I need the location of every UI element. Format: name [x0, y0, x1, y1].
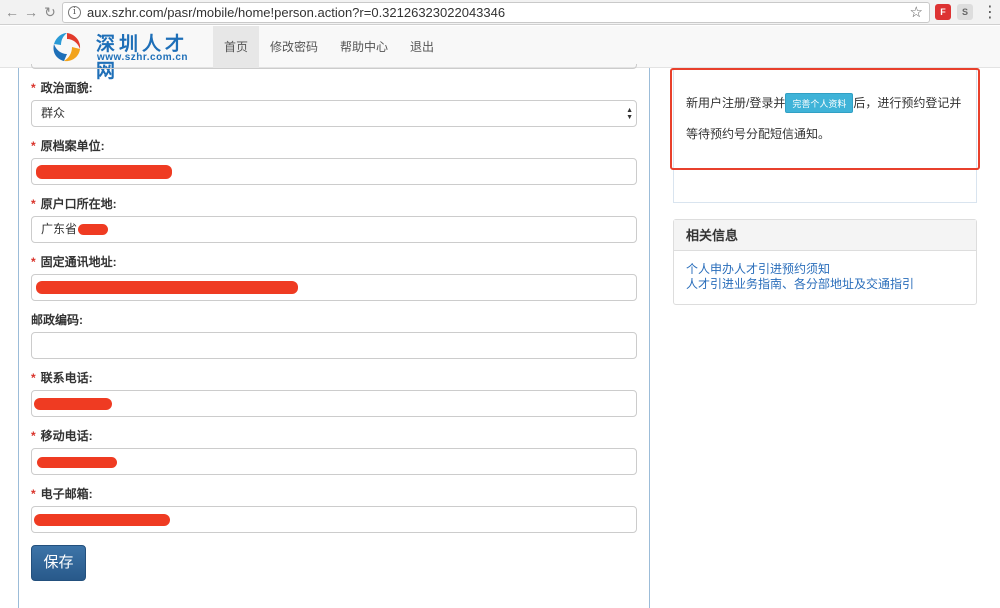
related-link-business-guide[interactable]: 人才引进业务指南、各分部地址及交通指引 [686, 277, 976, 292]
required-mark: * [31, 429, 36, 443]
nav-logout[interactable]: 退出 [399, 26, 445, 68]
field-label: 邮政编码: [31, 312, 637, 328]
nav-help-center[interactable]: 帮助中心 [329, 26, 399, 68]
input-value: 广东省 [41, 222, 78, 236]
field-original-household-registration: * 原户口所在地: 广东省 [31, 196, 637, 243]
related-info-title: 相关信息 [674, 220, 976, 251]
bookmark-star-icon[interactable]: ☆ [910, 3, 923, 21]
back-icon[interactable]: ← [3, 3, 21, 21]
browser-menu-icon[interactable]: ⋮ [982, 2, 998, 22]
field-label: * 政治面貌: [31, 80, 637, 96]
original-archive-unit-input[interactable] [31, 158, 637, 185]
field-political-status: * 政治面貌: 群众 ▲ ▼ [31, 80, 637, 127]
email-input[interactable] [31, 506, 637, 533]
logo-mark-icon [53, 33, 81, 62]
url-text[interactable]: aux.szhr.com/pasr/mobile/home!person.act… [87, 5, 505, 20]
field-label-text: 邮政编码: [31, 313, 83, 327]
field-email: * 电子邮箱: [31, 486, 637, 533]
redaction-mark [36, 165, 172, 179]
site-header: 深圳人才网 www.szhr.com.cn 首页 修改密码 帮助中心 退出 [0, 26, 1000, 82]
field-label-text: 电子邮箱: [40, 487, 93, 501]
original-household-input[interactable]: 广东省 [31, 216, 637, 243]
related-link-appointment-notice[interactable]: 个人申办人才引进预约须知 [686, 262, 976, 277]
redaction-mark [36, 281, 298, 294]
redaction-mark [34, 514, 170, 526]
main-nav: 首页 修改密码 帮助中心 退出 [213, 26, 445, 68]
field-mobile-phone: * 移动电话: [31, 428, 637, 475]
field-label: * 固定通讯地址: [31, 254, 637, 270]
extension-icon[interactable]: F [935, 4, 951, 20]
postal-code-input[interactable] [31, 332, 637, 359]
field-label: * 电子邮箱: [31, 486, 637, 502]
previous-field-input[interactable] [31, 64, 637, 69]
redaction-mark [34, 398, 112, 410]
required-mark: * [31, 371, 36, 385]
forward-icon[interactable]: → [22, 3, 40, 21]
select-arrows-icon: ▲ ▼ [626, 107, 633, 121]
reload-icon[interactable]: ↻ [41, 3, 59, 21]
field-label-text: 原户口所在地: [40, 197, 117, 211]
political-status-select[interactable]: 群众 ▲ ▼ [31, 100, 637, 127]
field-label: * 联系电话: [31, 370, 637, 386]
nav-home[interactable]: 首页 [213, 26, 260, 68]
select-value: 群众 [41, 106, 66, 120]
field-contact-phone: * 联系电话: [31, 370, 637, 417]
required-mark: * [31, 139, 36, 153]
notice-text-before: 新用户注册/登录并 [686, 95, 786, 110]
field-label-text: 联系电话: [40, 371, 93, 385]
contact-phone-input[interactable] [31, 390, 637, 417]
site-logo[interactable]: 深圳人才网 www.szhr.com.cn [50, 26, 210, 82]
required-mark: * [31, 255, 36, 269]
notice-text-after: 后，进行预约登记并 [853, 95, 962, 110]
profile-form: * 政治面貌: 群众 ▲ ▼ * 原档案单位: * 原户口所在地: 广东省 * 固定通讯地… [18, 64, 650, 608]
required-mark: * [31, 81, 36, 95]
fixed-address-input[interactable] [31, 274, 637, 301]
extension-icon[interactable]: S [957, 4, 973, 20]
save-button[interactable]: 保存 [31, 545, 86, 581]
related-links: 个人申办人才引进预约须知 人才引进业务指南、各分部地址及交通指引 [674, 251, 976, 292]
field-label: * 移动电话: [31, 428, 637, 444]
logo-text-en: www.szhr.com.cn [97, 52, 189, 63]
field-label-text: 固定通讯地址: [40, 255, 117, 269]
notice-text: 新用户注册/登录并 完善个人资料 后，进行预约登记并 [686, 92, 962, 113]
nav-change-password[interactable]: 修改密码 [259, 26, 329, 68]
field-label: * 原档案单位: [31, 138, 637, 154]
field-fixed-address: * 固定通讯地址: [31, 254, 637, 301]
field-postal-code: 邮政编码: [31, 312, 637, 359]
complete-profile-button[interactable]: 完善个人资料 [785, 92, 854, 113]
notice-text-line2: 等待预约号分配短信通知。 [686, 127, 831, 141]
browser-toolbar: ← → ↻ i aux.szhr.com/pasr/mobile/home!pe… [0, 0, 1000, 25]
required-mark: * [31, 197, 36, 211]
field-label-text: 原档案单位: [40, 139, 105, 153]
field-label: * 原户口所在地: [31, 196, 637, 212]
mobile-phone-input[interactable] [31, 448, 637, 475]
notice-highlight-box [670, 68, 980, 170]
redaction-mark [37, 457, 117, 468]
field-label-text: 政治面貌: [40, 81, 93, 95]
field-label-text: 移动电话: [40, 429, 93, 443]
required-mark: * [31, 487, 36, 501]
redaction-mark [78, 224, 108, 235]
related-info-panel: 相关信息 个人申办人才引进预约须知 人才引进业务指南、各分部地址及交通指引 [673, 219, 977, 305]
info-icon[interactable]: i [68, 6, 81, 19]
field-original-archive-unit: * 原档案单位: [31, 138, 637, 185]
address-bar[interactable]: i aux.szhr.com/pasr/mobile/home!person.a… [62, 2, 930, 23]
